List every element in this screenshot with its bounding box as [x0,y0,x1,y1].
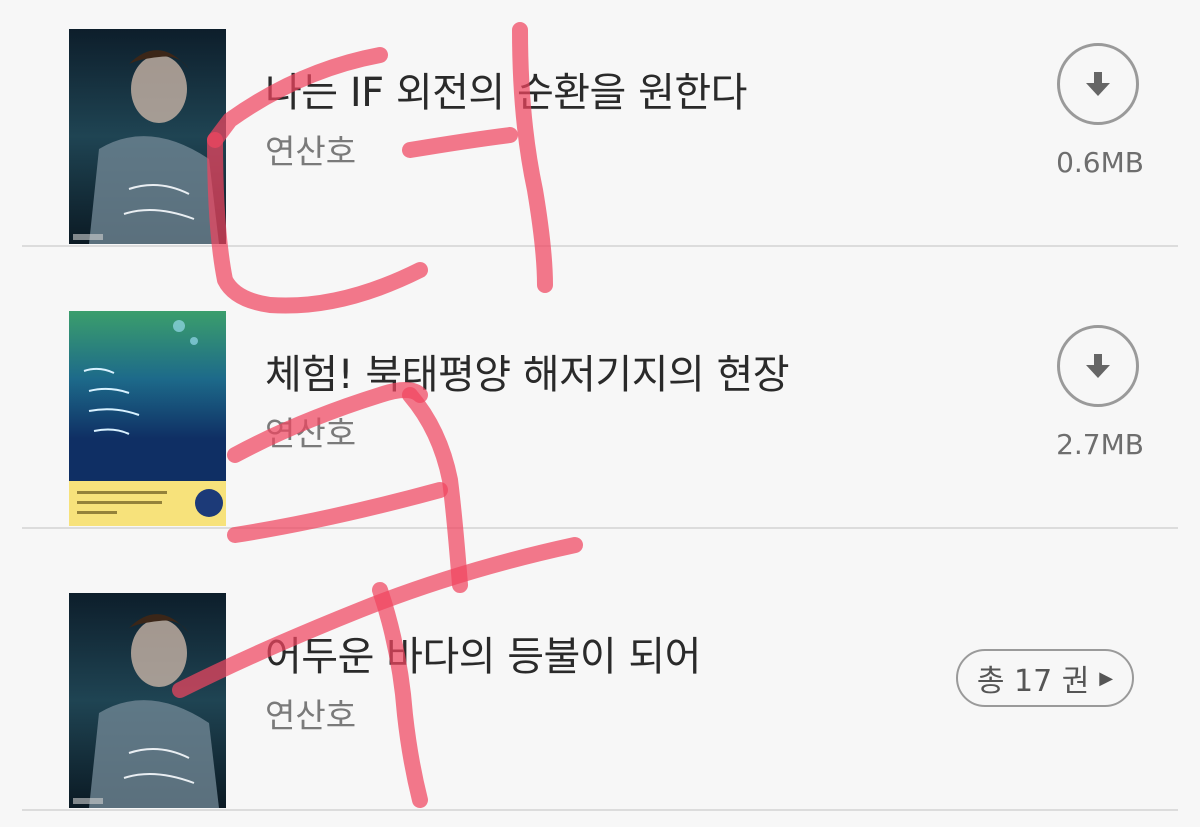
book-cover[interactable] [69,593,226,808]
divider [22,809,1178,811]
volume-count-button[interactable]: 총 17 권 ▶ [956,649,1134,707]
download-button[interactable] [1057,43,1139,125]
book-title[interactable]: 체험! 북태평양 해저기지의 현장 [265,342,790,400]
divider [22,527,1178,529]
chevron-right-icon: ▶ [1099,667,1114,689]
library-list: 나는 IF 외전의 순환을 원한다 연산호 0.6MB 체험! 북태평양 해저기… [0,0,1200,827]
download-button[interactable] [1057,325,1139,407]
file-size: 0.6MB [1056,146,1144,179]
book-author: 연산호 [265,414,357,453]
book-row[interactable]: 체험! 북태평양 해저기지의 현장 연산호 2.7MB [0,282,1200,564]
book-author: 연산호 [265,696,357,735]
book-cover[interactable] [69,311,226,526]
book-title[interactable]: 나는 IF 외전의 순환을 원한다 [265,60,747,118]
book-row[interactable]: 나는 IF 외전의 순환을 원한다 연산호 0.6MB [0,0,1200,282]
book-title[interactable]: 어두운 바다의 등불이 되어 [265,624,701,682]
book-row[interactable]: 어두운 바다의 등불이 되어 연산호 총 17 권 ▶ [0,564,1200,827]
book-author: 연산호 [265,132,357,171]
volume-count-label: 총 17 권 [976,664,1090,699]
download-arrow-icon [1086,72,1110,96]
divider [22,245,1178,247]
download-arrow-icon [1086,354,1110,378]
file-size: 2.7MB [1056,428,1144,461]
book-cover[interactable] [69,29,226,244]
